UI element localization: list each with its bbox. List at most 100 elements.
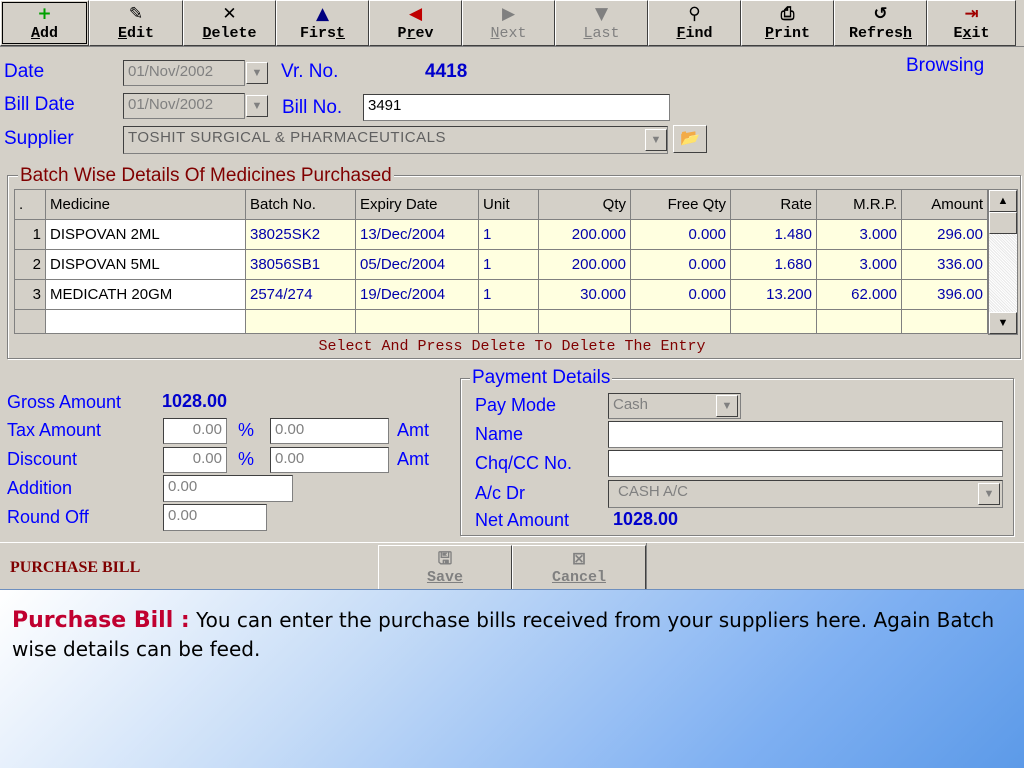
ac-dr-field[interactable]: CASH A/C — [608, 480, 1003, 508]
next-button[interactable]: ▶ Next — [462, 0, 555, 46]
table-cell[interactable]: 0.000 — [630, 249, 731, 280]
table-cell[interactable]: 296.00 — [901, 219, 988, 250]
add-label: Add — [30, 25, 59, 42]
column-header[interactable]: Amount — [901, 189, 988, 220]
table-row[interactable]: 3 MEDICATH 20GM 2574/274 19/Dec/2004 1 30.000… — [14, 279, 988, 310]
last-button[interactable]: ▼ Last — [555, 0, 648, 46]
chq-cc-no-field[interactable] — [608, 450, 1003, 477]
addition-field[interactable]: 0.00 — [163, 475, 293, 502]
table-cell[interactable]: DISPOVAN 5ML — [45, 249, 246, 280]
row-number: 1 — [14, 219, 46, 250]
table-cell[interactable] — [478, 309, 539, 334]
table-cell[interactable]: 05/Dec/2004 — [355, 249, 479, 280]
table-cell[interactable]: 0.000 — [630, 279, 731, 310]
ac-dr-dropdown-button[interactable]: ▼ — [978, 483, 1000, 505]
addition-label: Addition — [7, 478, 73, 498]
table-cell[interactable]: 30.000 — [538, 279, 631, 310]
supplier-open-button[interactable]: 📂 — [673, 125, 707, 153]
column-header[interactable]: Free Qty — [630, 189, 731, 220]
table-cell[interactable]: 3.000 — [816, 219, 902, 250]
table-cell[interactable]: MEDICATH 20GM — [45, 279, 246, 310]
column-header[interactable]: . — [14, 189, 46, 220]
table-cell[interactable]: 3.000 — [816, 249, 902, 280]
table-cell[interactable]: DISPOVAN 2ML — [45, 219, 246, 250]
table-scrollbar[interactable]: ▲ ▼ — [988, 189, 1018, 335]
find-button[interactable]: ⚲ Find — [648, 0, 741, 46]
table-cell[interactable]: 62.000 — [816, 279, 902, 310]
table-cell[interactable] — [901, 309, 988, 334]
table-cell[interactable]: 336.00 — [901, 249, 988, 280]
batch-table: . Medicine Batch No. Expiry Date Unit Qty Free… — [14, 189, 988, 334]
table-cell[interactable]: 1 — [478, 219, 539, 250]
delete-icon: ✕ — [222, 4, 237, 24]
bill-no-field[interactable]: 3491 — [363, 94, 670, 121]
table-cell[interactable]: 1 — [478, 249, 539, 280]
prev-button[interactable]: ◀ Prev — [369, 0, 462, 46]
table-row[interactable]: 2 DISPOVAN 5ML 38056SB1 05/Dec/2004 1 200.000… — [14, 249, 988, 280]
discount-amount-field[interactable]: 0.00 — [270, 447, 389, 473]
scroll-down-button[interactable]: ▼ — [989, 312, 1017, 334]
date-field[interactable]: 01/Nov/2002 — [123, 60, 245, 86]
table-cell[interactable]: 13.200 — [730, 279, 817, 310]
scroll-up-button[interactable]: ▲ — [989, 190, 1017, 212]
date-dropdown-button[interactable]: ▼ — [246, 62, 268, 84]
first-label: First — [299, 25, 346, 42]
bill-date-field[interactable]: 01/Nov/2002 — [123, 93, 245, 119]
divider — [646, 543, 647, 590]
chevron-down-icon: ▼ — [983, 488, 995, 500]
edit-button[interactable]: ✎ Edit — [89, 0, 183, 46]
save-label: Save — [426, 569, 463, 586]
cancel-label: Cancel — [551, 569, 606, 586]
table-cell[interactable] — [245, 309, 356, 334]
table-cell[interactable] — [816, 309, 902, 334]
table-cell[interactable]: 200.000 — [538, 249, 631, 280]
table-cell[interactable] — [630, 309, 731, 334]
column-header[interactable]: Rate — [730, 189, 817, 220]
pay-mode-dropdown-button[interactable]: ▼ — [716, 395, 738, 417]
print-button[interactable]: ⎙ Print — [741, 0, 834, 46]
table-cell[interactable] — [45, 309, 246, 334]
refresh-button[interactable]: ↺ Refresh — [834, 0, 927, 46]
column-header[interactable]: Unit — [478, 189, 539, 220]
discount-percent-field[interactable]: 0.00 — [163, 447, 227, 473]
table-cell[interactable]: 1 — [478, 279, 539, 310]
column-header[interactable]: M.R.P. — [816, 189, 902, 220]
table-cell[interactable]: 0.000 — [630, 219, 731, 250]
column-header[interactable]: Medicine — [45, 189, 246, 220]
exit-button[interactable]: ⇥ Exit — [927, 0, 1016, 46]
net-amount-value: 1028.00 — [613, 509, 679, 529]
delete-button[interactable]: ✕ Delete — [183, 0, 276, 46]
table-cell[interactable]: 1.680 — [730, 249, 817, 280]
round-off-field[interactable]: 0.00 — [163, 504, 267, 531]
column-header[interactable]: Qty — [538, 189, 631, 220]
tax-amount-field[interactable]: 0.00 — [270, 418, 389, 444]
scroll-thumb[interactable] — [989, 212, 1017, 234]
table-row[interactable]: 1 DISPOVAN 2ML 38025SK2 13/Dec/2004 1 200.000… — [14, 219, 988, 250]
add-button[interactable]: + Add — [0, 0, 89, 46]
table-cell[interactable]: 1.480 — [730, 219, 817, 250]
supplier-dropdown-button[interactable]: ▼ — [645, 129, 667, 151]
save-button[interactable]: 🖫 Save — [378, 545, 512, 591]
arrow-up-icon: ▲ — [997, 195, 1009, 207]
tax-percent-field[interactable]: 0.00 — [163, 418, 227, 444]
column-header[interactable]: Batch No. — [245, 189, 356, 220]
table-cell[interactable]: 38056SB1 — [245, 249, 356, 280]
discount-label: Discount — [7, 449, 78, 469]
cancel-button[interactable]: ⊠ Cancel — [512, 545, 646, 591]
name-field[interactable] — [608, 421, 1003, 448]
table-cell[interactable] — [730, 309, 817, 334]
table-cell[interactable] — [355, 309, 479, 334]
table-cell[interactable] — [538, 309, 631, 334]
row-number: 3 — [14, 279, 46, 310]
table-cell[interactable]: 38025SK2 — [245, 219, 356, 250]
table-cell[interactable]: 2574/274 — [245, 279, 356, 310]
first-button[interactable]: ▲ First — [276, 0, 369, 46]
table-cell[interactable]: 396.00 — [901, 279, 988, 310]
table-cell[interactable]: 200.000 — [538, 219, 631, 250]
supplier-field[interactable]: TOSHIT SURGICAL & PHARMACEUTICALS — [123, 126, 668, 154]
table-cell[interactable]: 19/Dec/2004 — [355, 279, 479, 310]
table-cell[interactable]: 13/Dec/2004 — [355, 219, 479, 250]
column-header[interactable]: Expiry Date — [355, 189, 479, 220]
bill-date-dropdown-button[interactable]: ▼ — [246, 95, 268, 117]
new-entry-row[interactable] — [14, 309, 988, 334]
